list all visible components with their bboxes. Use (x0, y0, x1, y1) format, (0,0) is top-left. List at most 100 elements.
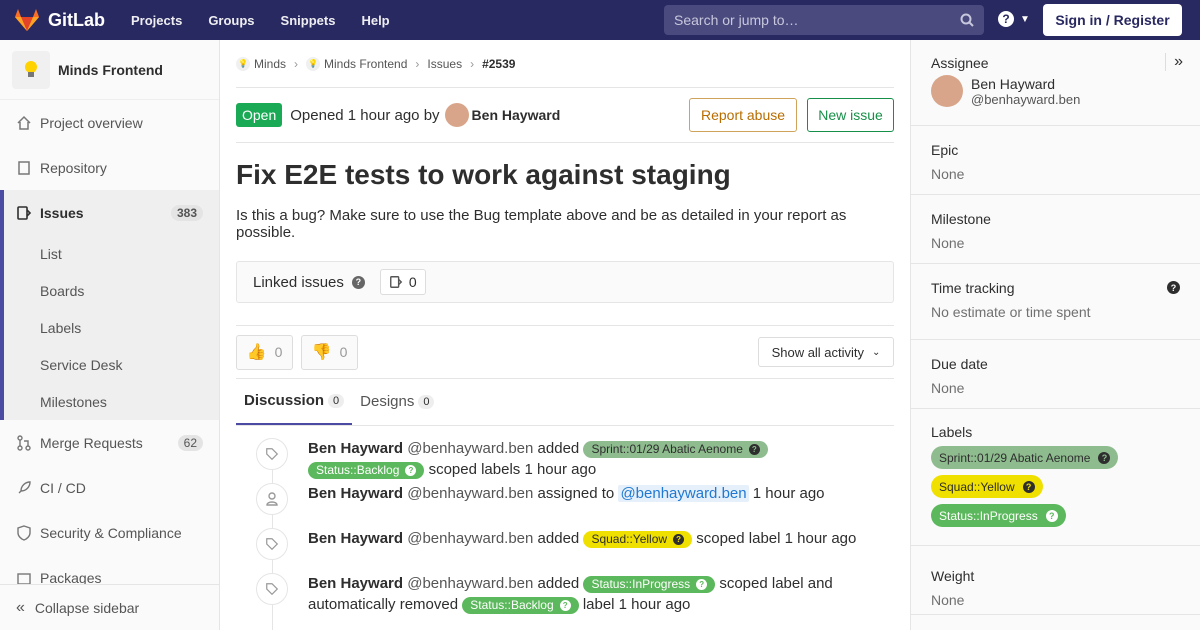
thumbs-up-button[interactable]: 👍 0 (236, 334, 293, 370)
sidebar-item-project-overview[interactable]: Project overview (0, 100, 219, 145)
linked-issues-label: Linked issues (253, 273, 344, 291)
issues-icon (389, 276, 403, 288)
project-avatar-icon: 💡 (306, 56, 321, 71)
sidebar-item-issues[interactable]: Issues 383 (4, 190, 219, 235)
tab-designs[interactable]: Designs 0 (352, 378, 442, 425)
label-badge[interactable]: Squad::Yellow? (583, 530, 693, 548)
label-badge[interactable]: Status::Backlog? (462, 596, 579, 614)
thumbs-up-icon: 👍 (246, 344, 267, 361)
status-badge: Open (236, 103, 283, 127)
question-icon[interactable]: ? (1167, 281, 1180, 294)
question-icon: ? (559, 599, 571, 611)
label-badge[interactable]: Status::Backlog? (308, 461, 425, 479)
label-badge[interactable]: Status::InProgress? (583, 575, 716, 593)
label-badge[interactable]: Sprint::01/29 Abatic Aenome? (931, 446, 1119, 469)
sign-in-button[interactable]: Sign in / Register (1043, 4, 1182, 36)
linked-count-value: 0 (408, 274, 417, 290)
note-author[interactable]: Ben Hayward (308, 485, 403, 502)
sidebar-item-label: Repository (40, 159, 107, 176)
sidebar-item-security[interactable]: Security & Compliance (0, 510, 219, 555)
label-badge[interactable]: Squad::Yellow? (931, 475, 1043, 498)
new-issue-button[interactable]: New issue (807, 98, 894, 132)
sidebar-item-label: Security & Compliance (40, 524, 182, 541)
linked-issues-count[interactable]: 0 (379, 269, 426, 295)
user-icon (256, 483, 288, 515)
breadcrumb-current[interactable]: #2539 (482, 57, 515, 71)
note-suffix: 1 hour ago (752, 485, 825, 502)
note-author[interactable]: Ben Hayward (308, 440, 403, 457)
home-icon (17, 115, 31, 130)
nav-groups[interactable]: Groups (208, 13, 254, 28)
brand-name: GitLab (48, 9, 105, 30)
sidebar-sub-service-desk[interactable]: Service Desk (4, 346, 219, 383)
note-handle[interactable]: @benhayward.ben (407, 530, 533, 547)
issue-description: Is this a bug? Make sure to use the Bug … (236, 207, 847, 241)
note-author[interactable]: Ben Hayward (308, 530, 403, 547)
tab-label: Designs (360, 393, 415, 410)
label-text: Status::InProgress (591, 576, 691, 591)
sidebar-sub-milestones[interactable]: Milestones (4, 383, 219, 420)
label-badge[interactable]: Status::InProgress? (931, 504, 1066, 527)
project-header[interactable]: Minds Frontend (0, 40, 219, 100)
note-author[interactable]: Ben Hayward (308, 575, 403, 592)
collapse-sidebar-button[interactable]: « Collapse sidebar (0, 584, 219, 630)
breadcrumb-minds-frontend[interactable]: Minds Frontend (324, 57, 407, 71)
weight-block: Weight None (911, 546, 1200, 615)
double-chevron-right-icon[interactable]: » (1165, 53, 1183, 71)
search-icon (960, 13, 974, 27)
nav-links: Projects Groups Snippets Help (131, 13, 416, 28)
project-name: Minds Frontend (58, 61, 163, 78)
list-item: Ben Hayward @benhayward.ben added Status… (236, 573, 894, 615)
thumbs-down-button[interactable]: 👎 0 (301, 334, 358, 370)
report-abuse-button[interactable]: Report abuse (689, 98, 797, 132)
issue-header: Open Opened 1 hour ago by Ben Hayward Re… (236, 88, 894, 143)
help-dropdown[interactable]: ? ▼ (998, 11, 1030, 27)
question-icon: ? (405, 464, 417, 476)
note-handle[interactable]: @benhayward.ben (407, 485, 533, 502)
note-handle[interactable]: @benhayward.ben (407, 575, 533, 592)
assignee-row[interactable]: Ben Hayward @benhayward.ben (931, 75, 1180, 107)
assignee-title: Assignee (931, 55, 989, 71)
sidebar-sub-labels[interactable]: Labels (4, 309, 219, 346)
shield-icon (17, 524, 31, 541)
chevron-down-icon: ⌄ (872, 346, 881, 358)
epic-title: Epic (931, 142, 959, 158)
note-handle[interactable]: @benhayward.ben (407, 440, 533, 457)
label-badge[interactable]: Sprint::01/29 Abatic Aenome? (583, 440, 768, 458)
labels-title: Labels (931, 424, 973, 440)
nav-projects[interactable]: Projects (131, 13, 182, 28)
search-input[interactable]: Search or jump to… (664, 5, 984, 35)
nav-help[interactable]: Help (361, 13, 389, 28)
sidebar-item-merge-requests[interactable]: Merge Requests 62 (0, 420, 219, 465)
breadcrumb-minds[interactable]: Minds (254, 57, 286, 71)
avatar[interactable] (444, 103, 469, 127)
sidebar-item-ci-cd[interactable]: CI / CD (0, 465, 219, 510)
merge-icon (17, 434, 31, 451)
user-mention[interactable]: @benhayward.ben (618, 485, 749, 502)
tab-discussion[interactable]: Discussion 0 (236, 378, 353, 425)
milestone-block: Milestone None (911, 195, 1200, 264)
sidebar-item-label: Merge Requests (40, 434, 143, 451)
thumbs-down-count: 0 (339, 344, 348, 360)
activity-filter-dropdown[interactable]: Show all activity ⌄ (758, 337, 894, 367)
chevron-right-icon: › (470, 56, 475, 71)
nav-snippets[interactable]: Snippets (281, 13, 336, 28)
breadcrumb-issues[interactable]: Issues (427, 57, 462, 71)
sidebar-sub-boards[interactable]: Boards (4, 272, 219, 309)
help-icon: ? (998, 11, 1014, 27)
author-link[interactable]: Ben Hayward (472, 107, 561, 123)
time-tracking-value: No estimate or time spent (931, 304, 1091, 320)
tab-count: 0 (418, 394, 435, 409)
sidebar-sub-list[interactable]: List (4, 235, 219, 272)
sidebar-item-repository[interactable]: Repository (0, 145, 219, 190)
assignee-handle: @benhayward.ben (971, 91, 1081, 107)
award-emoji-row: 👍 0 👎 0 Show all activity ⌄ (236, 325, 894, 379)
question-icon: ? (1045, 509, 1058, 522)
project-avatar (12, 50, 50, 89)
issues-icon (17, 205, 32, 220)
note-suffix: scoped labels 1 hour ago (428, 461, 597, 478)
sidebar-item-label: Issues (40, 204, 84, 221)
gitlab-home-link[interactable]: GitLab (14, 8, 105, 32)
question-icon[interactable]: ? (351, 275, 365, 289)
tab-label: Discussion (244, 392, 325, 409)
